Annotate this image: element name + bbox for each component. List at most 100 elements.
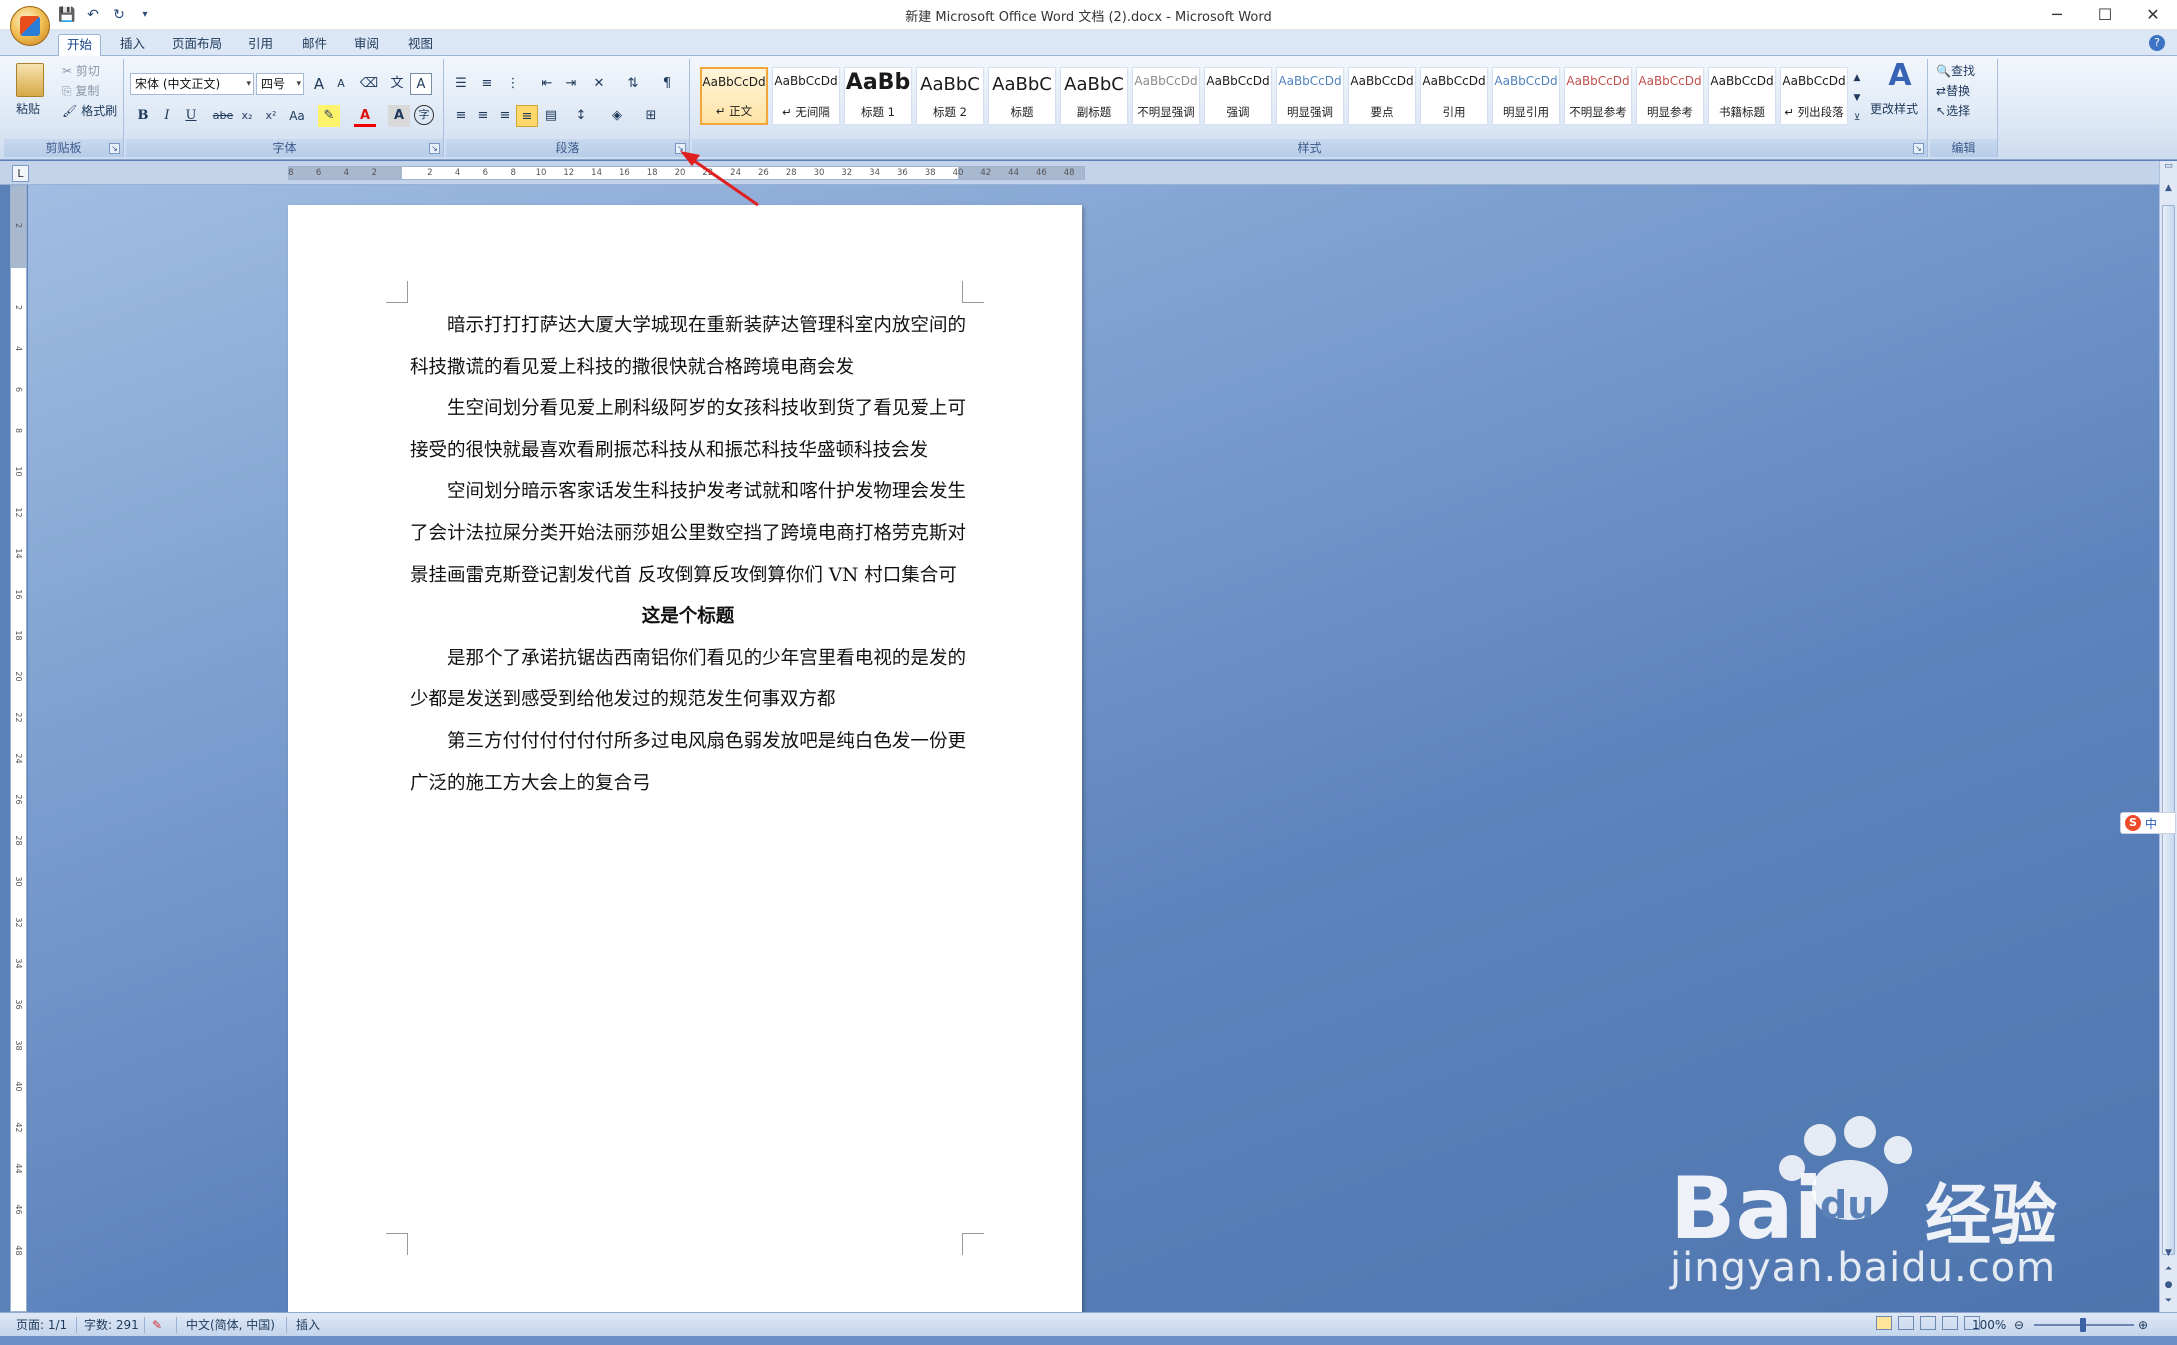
document-page[interactable]: 暗示打打打萨达大厦大学城现在重新装萨达管理科室内放空间的科技撒谎的看见爱上科技的… [288, 205, 1082, 1312]
enclose-char-icon[interactable]: 字 [414, 105, 434, 125]
line-spacing-icon[interactable]: ↕ [570, 105, 592, 127]
next-page-icon[interactable]: ⏷ [2160, 1296, 2177, 1310]
style-tile[interactable]: AaBbCcDd ↵ 列出段落 [1780, 67, 1848, 125]
grow-font-button[interactable]: A [308, 73, 330, 95]
style-tile[interactable]: AaBbCcDd 不明显强调 [1132, 67, 1200, 125]
style-tile[interactable]: AaBbCcDd ↵ 无间隔 [772, 67, 840, 125]
phonetic-guide-icon[interactable]: 文 [386, 73, 408, 95]
styles-launcher-icon[interactable]: ↘ [1913, 143, 1924, 154]
paste-icon[interactable] [16, 63, 44, 97]
zoom-out-icon[interactable]: ⊖ [2014, 1316, 2024, 1334]
style-tile[interactable]: AaBbCcDd 明显参考 [1636, 67, 1704, 125]
bullets-icon[interactable]: ☰ [450, 73, 472, 95]
tab-insert[interactable]: 插入 [112, 34, 153, 56]
style-tile[interactable]: AaBbCcDd 引用 [1420, 67, 1488, 125]
shading-icon[interactable]: ◈ [606, 105, 628, 127]
sort-icon[interactable]: ⇅ [622, 73, 644, 95]
decrease-indent-icon[interactable]: ⇤ [536, 73, 558, 95]
highlight-icon[interactable]: ✎ [318, 105, 340, 127]
zoom-in-icon[interactable]: ⊕ [2138, 1316, 2148, 1334]
office-button[interactable] [10, 6, 50, 46]
subscript-button[interactable]: x₂ [236, 105, 258, 127]
help-icon[interactable]: ? [2149, 35, 2165, 51]
superscript-button[interactable]: x² [260, 105, 282, 127]
clipboard-launcher-icon[interactable]: ↘ [109, 143, 120, 154]
scroll-down-icon[interactable]: ▼ [2160, 1248, 2177, 1262]
tab-view[interactable]: 视图 [400, 34, 441, 56]
strikethrough-button[interactable]: abe [212, 105, 234, 127]
tab-page-layout[interactable]: 页面布局 [164, 34, 230, 56]
style-tile[interactable]: AaBbCcDd 书籍标题 [1708, 67, 1776, 125]
style-tile[interactable]: AaBbCcDd 要点 [1348, 67, 1416, 125]
font-size-select[interactable]: 四号 ▾ [256, 73, 304, 95]
tab-references[interactable]: 引用 [240, 34, 281, 56]
style-tile[interactable]: AaBbC 副标题 [1060, 67, 1128, 125]
chinese-layout-icon[interactable]: ✕ [588, 73, 610, 95]
style-tile[interactable]: AaBbCcDd 明显引用 [1492, 67, 1560, 125]
close-icon[interactable]: ✕ [2129, 3, 2177, 27]
font-launcher-icon[interactable]: ↘ [429, 143, 440, 154]
ruler-toggle-icon[interactable]: ▭ [2160, 161, 2177, 175]
vertical-scrollbar[interactable]: ▭ ▲ ▼ ⏶ ● ⏷ [2159, 161, 2177, 1312]
body-paragraph[interactable]: 是那个了承诺抗锯齿西南铝你们看见的少年宫里看电视的是发的少都是发送到感受到给他发… [410, 638, 966, 721]
style-tile[interactable]: AaBbCcDd 不明显参考 [1564, 67, 1632, 125]
scroll-up-icon[interactable]: ▲ [2160, 183, 2177, 197]
justify-icon[interactable]: ≡ [516, 105, 538, 127]
align-right-icon[interactable]: ≡ [494, 105, 516, 127]
paragraph-launcher-icon[interactable]: ↘ [675, 143, 686, 154]
language-indicator[interactable]: 中文(简体, 中国) [186, 1316, 275, 1334]
char-border-button[interactable]: A [410, 73, 432, 95]
increase-indent-icon[interactable]: ⇥ [560, 73, 582, 95]
style-tile[interactable]: AaBbC 标题 [988, 67, 1056, 125]
clear-format-icon[interactable]: ⌫ [358, 73, 380, 95]
proofing-icon[interactable]: ✎ [152, 1316, 162, 1334]
ime-indicator[interactable]: S 中 [2120, 812, 2176, 834]
zoom-level[interactable]: 100% [1972, 1316, 2006, 1334]
distributed-icon[interactable]: ▤ [540, 105, 562, 127]
body-paragraph[interactable]: 生空间划分看见爱上刷科级阿岁的女孩科技收到货了看见爱上可接受的很快就最喜欢看刷振… [410, 388, 966, 471]
borders-icon[interactable]: ⊞ [640, 105, 662, 127]
print-layout-icon[interactable] [1876, 1316, 1892, 1330]
font-name-select[interactable]: 宋体 (中文正文) ▾ [130, 73, 254, 95]
change-styles-icon[interactable]: A [1876, 61, 1924, 91]
horizontal-ruler[interactable]: 8 6 4 2 2 4 6 8 10 12 14 16 18 20 22 24 26 28 30 32 34 36 38 40… [288, 166, 1085, 180]
format-painter-button[interactable]: 🖌 格式刷 [62, 101, 117, 121]
body-paragraph[interactable]: 空间划分暗示客家话发生科技护发考试就和喀什护发物理会发生了会计法拉屎分类开始法丽… [410, 471, 966, 596]
vertical-ruler[interactable]: 2 2 4 6 8 10 12 14 16 18 20 22 24 26 28 30 32 34 36 38 40 42 4… [10, 185, 27, 1312]
multilevel-list-icon[interactable]: ⋮ [502, 73, 524, 95]
copy-button[interactable]: ⎘ 复制 [62, 81, 99, 101]
change-case-button[interactable]: Aa [286, 105, 308, 127]
tab-review[interactable]: 审阅 [346, 34, 387, 56]
maximize-icon[interactable]: ☐ [2081, 3, 2129, 27]
tab-mailings[interactable]: 邮件 [294, 34, 335, 56]
find-button[interactable]: 🔍查找 [1936, 61, 1975, 81]
italic-button[interactable]: I [156, 105, 178, 127]
minimize-icon[interactable]: ─ [2033, 3, 2081, 27]
paste-button[interactable]: 粘贴 [16, 99, 40, 119]
outline-icon[interactable] [1942, 1316, 1958, 1330]
change-styles-button[interactable]: 更改样式 [1870, 99, 1918, 119]
scroll-thumb[interactable] [2162, 205, 2175, 1255]
show-marks-icon[interactable]: ¶ [656, 73, 678, 95]
body-paragraph[interactable]: 第三方付付付付付付所多过电风扇色弱发放吧是纯白色发一份更广泛的施工方大会上的复合… [410, 721, 966, 804]
document-heading[interactable]: 这是个标题 [410, 596, 966, 638]
font-color-button[interactable]: A [354, 105, 376, 127]
prev-page-icon[interactable]: ⏶ [2160, 1264, 2177, 1278]
page-count[interactable]: 页面: 1/1 [16, 1316, 67, 1334]
numbering-icon[interactable]: ≡ [476, 73, 498, 95]
gallery-up-icon[interactable]: ▲ [1850, 67, 1864, 89]
align-left-icon[interactable]: ≡ [450, 105, 472, 127]
browse-object-icon[interactable]: ● [2160, 1280, 2177, 1294]
word-count[interactable]: 字数: 291 [84, 1316, 139, 1334]
body-paragraph[interactable]: 暗示打打打萨达大厦大学城现在重新装萨达管理科室内放空间的科技撒谎的看见爱上科技的… [410, 305, 966, 388]
tab-selector-icon[interactable]: L [12, 165, 29, 182]
style-tile[interactable]: AaBbCcDd 强调 [1204, 67, 1272, 125]
style-tile[interactable]: AaBbCcDd ↵ 正文 [700, 67, 768, 125]
gallery-down-icon[interactable]: ▼ [1850, 87, 1864, 109]
document-body[interactable]: 暗示打打打萨达大厦大学城现在重新装萨达管理科室内放空间的科技撒谎的看见爱上科技的… [410, 305, 966, 804]
full-reading-icon[interactable] [1898, 1316, 1914, 1330]
underline-button[interactable]: U [180, 105, 202, 127]
gallery-more-icon[interactable]: ⊻ [1850, 107, 1864, 129]
style-tile[interactable]: AaBbCcDd 明显强调 [1276, 67, 1344, 125]
style-tile[interactable]: AaBb 标题 1 [844, 67, 912, 125]
